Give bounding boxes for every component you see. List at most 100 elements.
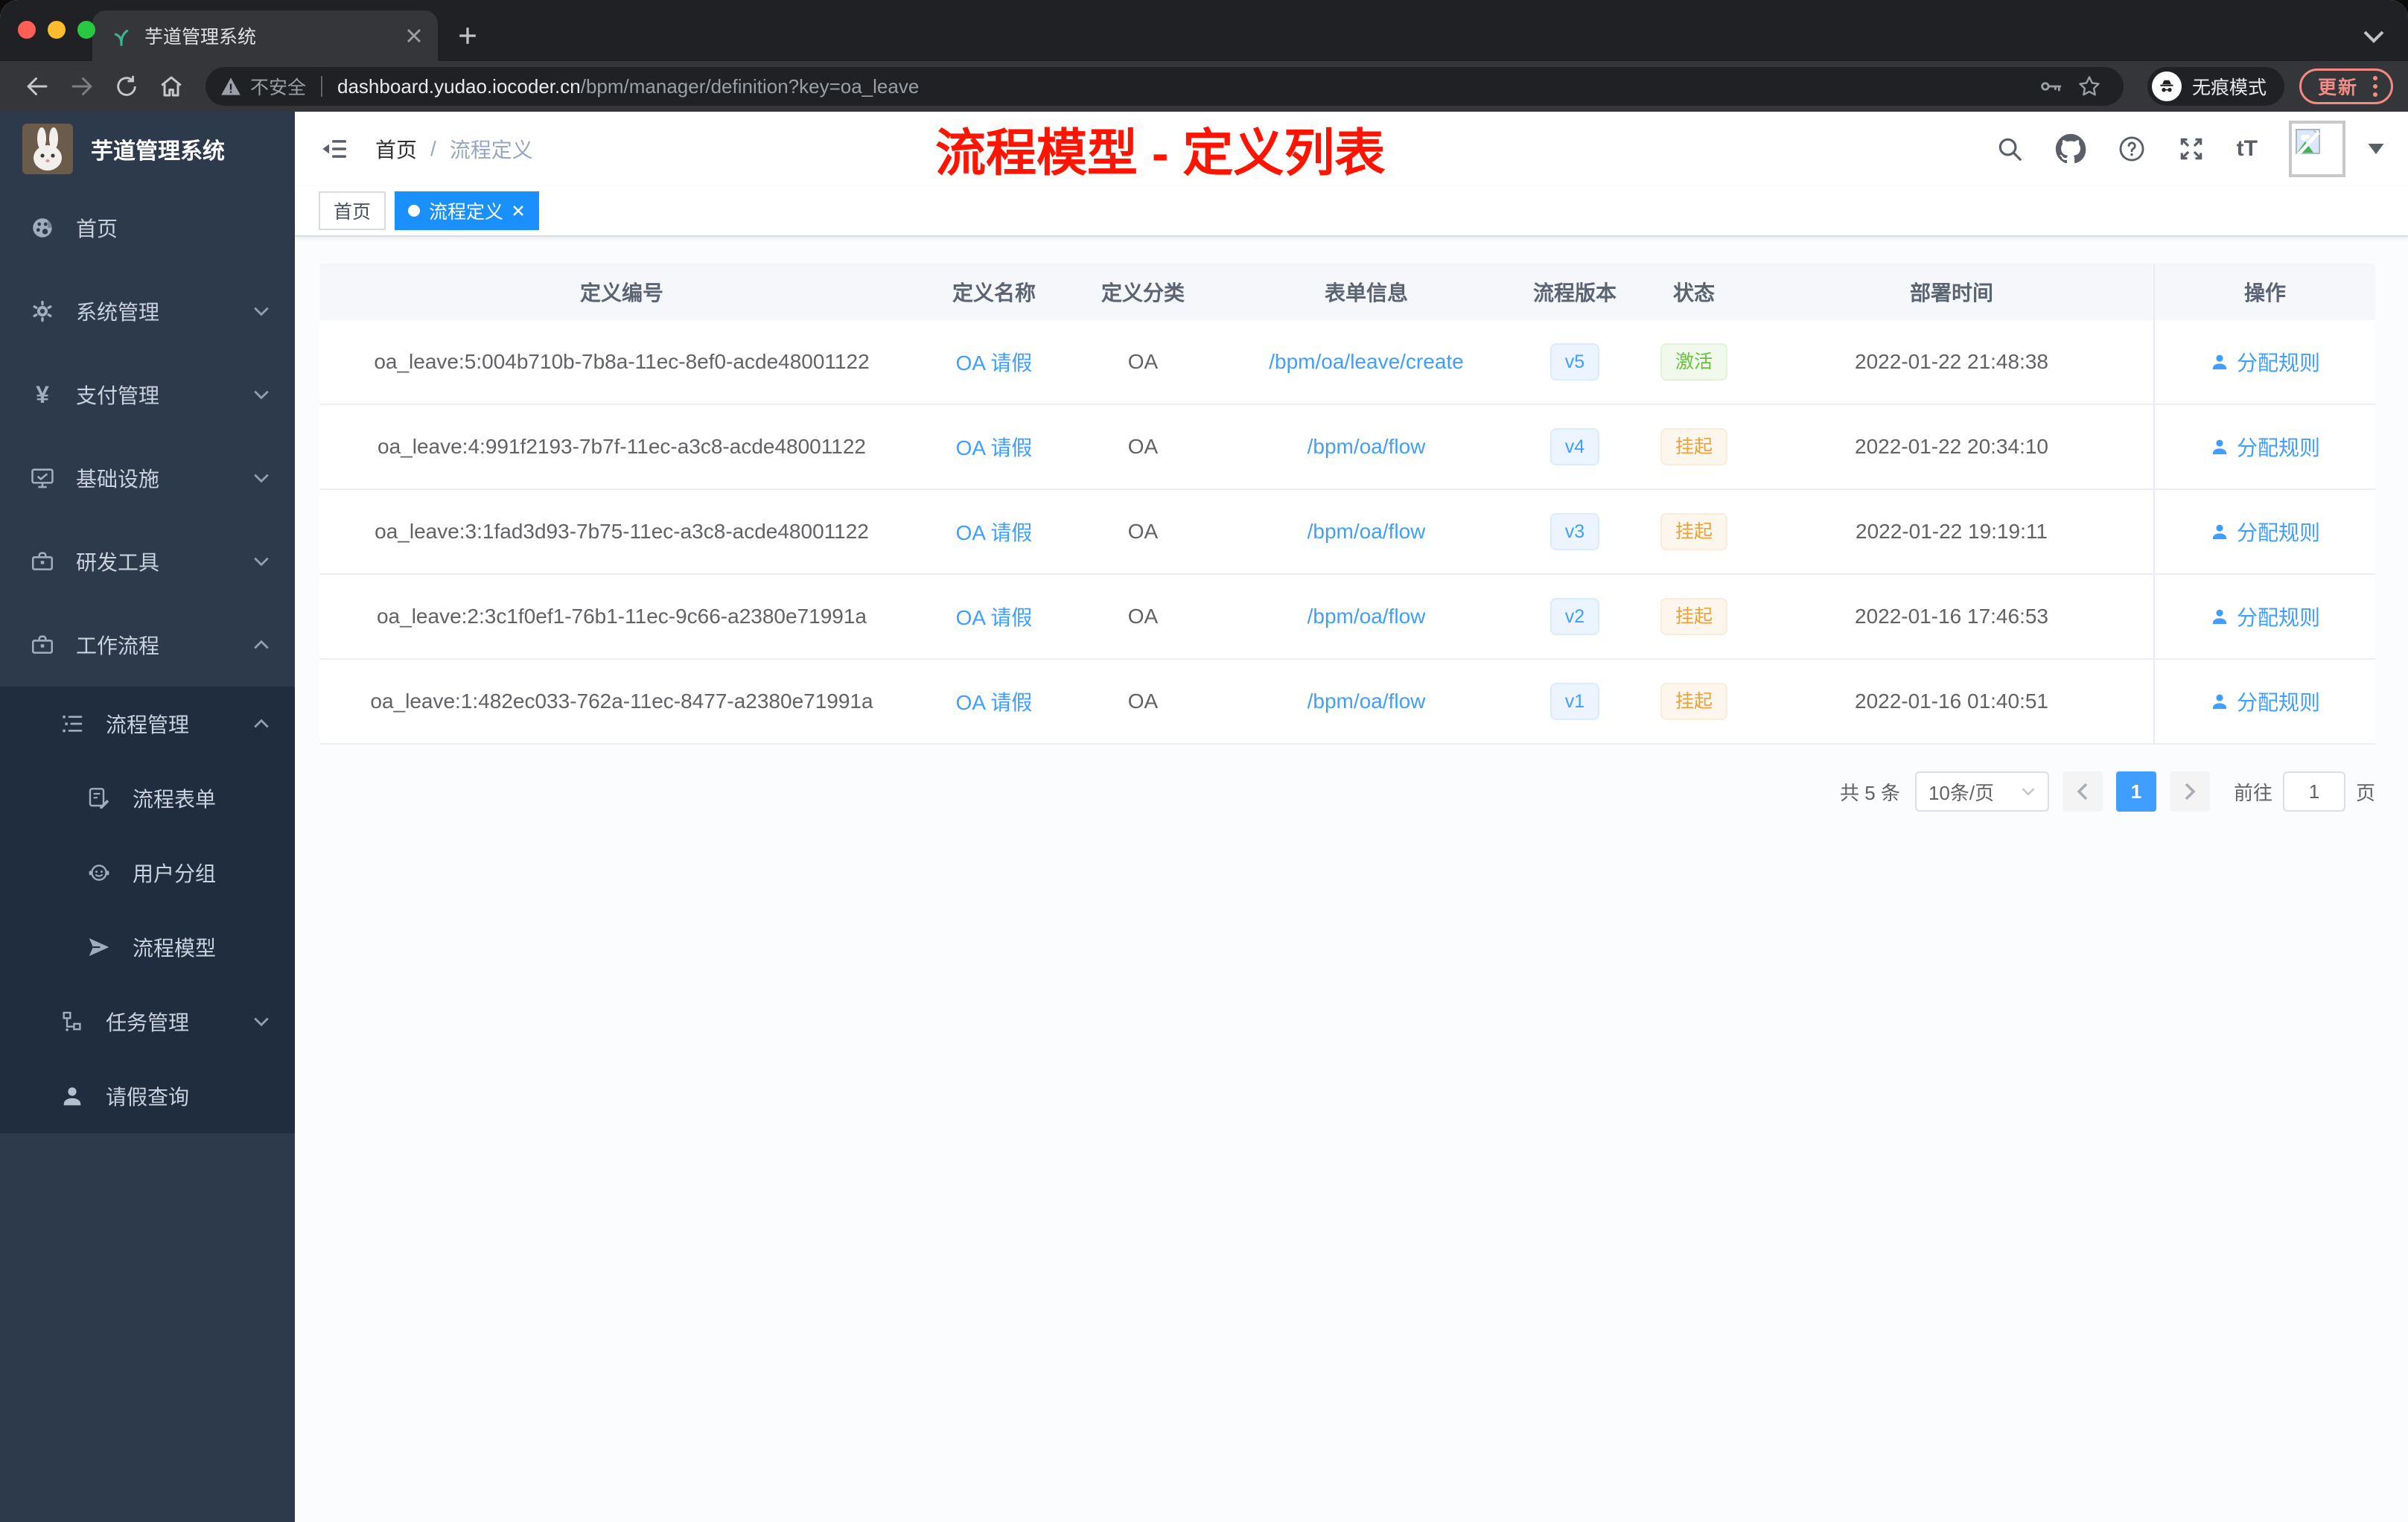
sidebar-item-user-group[interactable]: 用户分组 [0, 835, 295, 910]
bookmark-star-icon[interactable] [2070, 69, 2109, 104]
user-icon [2212, 524, 2227, 540]
goto-page-input[interactable] [2282, 771, 2345, 812]
form-link[interactable]: /bpm/oa/flow [1307, 690, 1426, 713]
avatar[interactable] [2289, 121, 2345, 177]
tag-label: 流程定义 [429, 202, 504, 223]
definition-name-link[interactable]: OA 请假 [956, 602, 1033, 631]
help-icon[interactable] [2118, 135, 2146, 163]
sidebar-item-process-model[interactable]: 流程模型 [0, 910, 295, 984]
fullscreen-icon[interactable] [2177, 135, 2205, 163]
close-window-button[interactable] [18, 21, 36, 39]
breadcrumb-separator: / [430, 137, 436, 160]
tags-view: 首页 流程定义 [295, 186, 2408, 237]
page-size-select[interactable]: 10条/页 [1914, 771, 2049, 812]
chevron-down-icon [253, 473, 270, 483]
sidebar-toggle-icon[interactable] [319, 133, 351, 165]
definition-name-link[interactable]: OA 请假 [956, 432, 1033, 462]
not-secure-warning-icon[interactable] [220, 77, 241, 96]
chevron-down-icon [253, 1016, 270, 1027]
new-tab-button[interactable] [447, 15, 488, 57]
table-row: oa_leave:1:482ec033-762a-11ec-8477-a2380… [320, 660, 2375, 745]
browser-tab[interactable]: 芋道管理系统 [92, 10, 438, 61]
sidebar-item-dev-tools[interactable]: 研发工具 [0, 520, 295, 603]
sidebar-item-task-management[interactable]: 任务管理 [0, 984, 295, 1059]
sidebar-logo[interactable]: 芋道管理系统 [0, 112, 295, 186]
sidebar-item-workflow[interactable]: 工作流程 [0, 603, 295, 687]
version-tag: v1 [1549, 683, 1600, 720]
sidebar-item-label: 流程表单 [133, 788, 217, 811]
current-page-button[interactable]: 1 [2115, 771, 2156, 812]
version-tag: v4 [1549, 428, 1600, 465]
breadcrumb-home[interactable]: 首页 [375, 134, 417, 164]
tag-close-icon[interactable] [512, 205, 524, 217]
tree-node-icon [60, 1009, 85, 1034]
tab-title: 芋道管理系统 [144, 27, 257, 48]
definition-name-link[interactable]: OA 请假 [956, 687, 1033, 716]
home-icon[interactable] [149, 66, 194, 107]
password-key-icon[interactable] [2031, 69, 2070, 104]
assign-rule-link[interactable]: 分配规则 [2210, 687, 2320, 716]
url-bar[interactable]: 不安全 dashboard.yudao.iocoder.cn/bpm/manag… [206, 67, 2124, 106]
tab-close-icon[interactable] [402, 24, 426, 48]
font-size-icon[interactable]: tT [2237, 136, 2258, 162]
browser-toolbar: 不安全 dashboard.yudao.iocoder.cn/bpm/manag… [0, 61, 2408, 112]
form-link[interactable]: /bpm/oa/flow [1307, 605, 1426, 628]
sidebar-item-label: 首页 [76, 217, 118, 241]
assign-rule-link[interactable]: 分配规则 [2210, 347, 2320, 377]
next-page-button[interactable] [2169, 771, 2210, 812]
dashboard-icon [30, 215, 55, 241]
sidebar-item-home[interactable]: 首页 [0, 186, 295, 270]
gear-icon [30, 299, 55, 324]
definition-name-link[interactable]: OA 请假 [956, 347, 1033, 377]
breadcrumb-current: 流程定义 [449, 138, 533, 162]
sidebar-item-payment[interactable]: ¥ 支付管理 [0, 353, 295, 436]
assign-rule-link[interactable]: 分配规则 [2210, 432, 2320, 462]
update-button[interactable]: 更新 [2299, 69, 2393, 104]
user-icon [2212, 694, 2227, 710]
sidebar-item-process-form[interactable]: 流程表单 [0, 761, 295, 835]
prev-page-button[interactable] [2062, 771, 2103, 812]
update-label: 更新 [2317, 77, 2358, 98]
chevron-down-icon [253, 556, 270, 567]
person-icon [60, 1083, 85, 1109]
browser-menu-kebab-icon[interactable] [2370, 73, 2380, 100]
search-icon[interactable] [1995, 135, 2024, 163]
url-text[interactable]: dashboard.yudao.iocoder.cn/bpm/manager/d… [337, 75, 2031, 98]
chevron-down-icon [253, 306, 270, 316]
page-size-value: 10条/页 [1928, 781, 1995, 804]
browser-window: 芋道管理系统 不安全 dashboard.yudao.iocoder.cn/bp… [0, 0, 2408, 1522]
reload-icon[interactable] [104, 66, 149, 107]
avatar-caret-down-icon[interactable] [2368, 144, 2384, 154]
status-tag: 挂起 [1660, 513, 1727, 550]
forward-icon[interactable] [60, 66, 104, 107]
omnibox-divider [321, 76, 323, 97]
cell-category: OA [1127, 435, 1159, 458]
sidebar-item-process-management[interactable]: 流程管理 [0, 687, 295, 761]
tab-search-chevron-icon[interactable] [2363, 22, 2384, 49]
cell-category: OA [1127, 350, 1159, 373]
minimize-window-button[interactable] [48, 21, 66, 39]
robot-face-icon [86, 860, 112, 885]
chevron-up-icon [253, 719, 270, 729]
version-tag: v3 [1549, 513, 1600, 550]
tag-process-definition[interactable]: 流程定义 [395, 191, 540, 230]
logo-avatar [22, 124, 73, 174]
assign-rule-link[interactable]: 分配规则 [2210, 517, 2320, 547]
form-link[interactable]: /bpm/oa/flow [1307, 520, 1426, 544]
incognito-label: 无痕模式 [2191, 77, 2267, 98]
sidebar-item-leave-query[interactable]: 请假查询 [0, 1059, 295, 1133]
assign-rule-link[interactable]: 分配规则 [2210, 602, 2320, 631]
sidebar-item-label: 请假查询 [106, 1086, 190, 1109]
cell-deploy-time: 2022-01-16 17:46:53 [1855, 605, 2048, 628]
total-count-label: 共 5 条 [1840, 781, 1900, 804]
form-link[interactable]: /bpm/oa/leave/create [1269, 350, 1464, 374]
tag-home[interactable]: 首页 [319, 191, 386, 230]
form-link[interactable]: /bpm/oa/flow [1307, 435, 1426, 459]
sidebar-item-system[interactable]: 系统管理 [0, 270, 295, 353]
sidebar-item-infrastructure[interactable]: 基础设施 [0, 436, 295, 520]
github-icon[interactable] [2055, 133, 2086, 165]
table-header-row: 定义编号 定义名称 定义分类 表单信息 流程版本 状态 部署时间 操作 [320, 264, 2375, 320]
back-icon[interactable] [15, 66, 60, 107]
zoom-window-button[interactable] [77, 21, 95, 39]
definition-name-link[interactable]: OA 请假 [956, 517, 1033, 547]
